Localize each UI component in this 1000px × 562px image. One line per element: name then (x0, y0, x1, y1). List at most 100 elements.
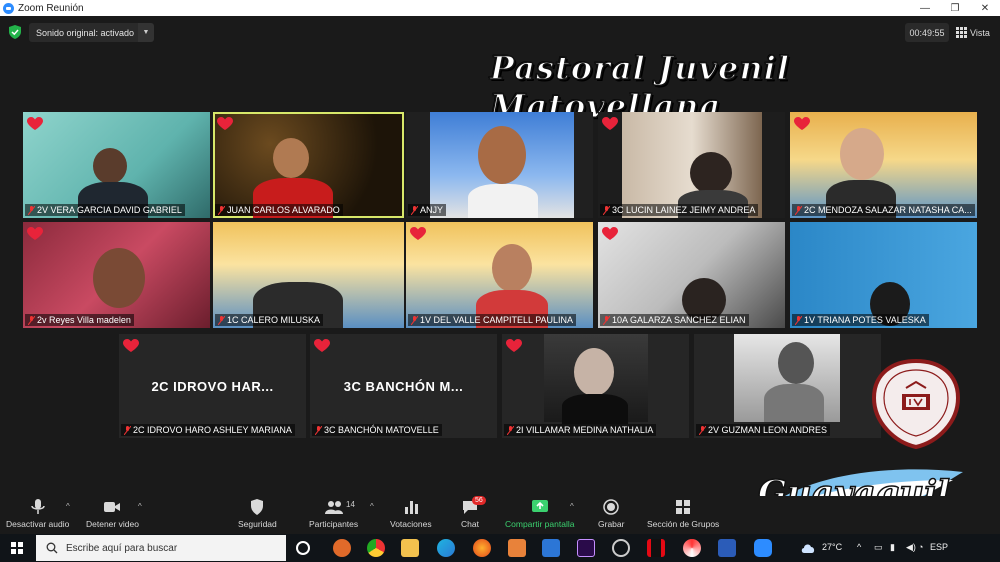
share-screen-button[interactable]: Compartir pantalla (505, 498, 574, 529)
participant-placeholder-name: 3C BANCHÓN M... (343, 378, 464, 394)
restore-button[interactable]: ❐ (940, 0, 970, 16)
meeting-area: Sonido original: activado ▼ 00:49:55 Vis… (0, 16, 1000, 528)
word-icon[interactable] (718, 539, 736, 557)
participant-tile[interactable]: 3C LUCIN LAINEZ JEIMY ANDREA (598, 112, 785, 218)
heart-reaction-icon (602, 117, 618, 130)
windows-taskbar: Escribe aquí para buscar 27°C ^ ▭ ▮ ◀) ◔… (0, 534, 1000, 562)
participant-tile-no-video[interactable]: 2C IDROVO HAR... 2C IDROVO HARO ASHLEY M… (119, 334, 306, 438)
app-icon-circle[interactable] (612, 539, 630, 557)
participant-tile[interactable]: 1V TRIANA POTES VALESKA (790, 222, 977, 328)
microphone-icon (30, 499, 45, 514)
tray-battery-icon[interactable]: ▮ (890, 542, 895, 553)
minimize-button[interactable]: — (910, 0, 940, 16)
app-icon-orange[interactable] (333, 539, 351, 557)
participant-name-text: ANJY (420, 205, 444, 215)
breakout-rooms-label: Sección de Grupos (647, 519, 720, 529)
photo-person-body (764, 384, 824, 422)
search-icon (46, 542, 58, 554)
tray-camera-icon[interactable]: ▭ (874, 542, 883, 553)
participant-name: 3C LUCIN LAINEZ JEIMY ANDREA (600, 204, 759, 216)
participant-name: 2v Reyes Villa madelen (25, 314, 134, 326)
share-options-caret[interactable]: ^ (570, 502, 574, 511)
participant-tile[interactable]: 2C MENDOZA SALAZAR NATASHA CA... (790, 112, 977, 218)
participants-count: 14 (346, 500, 355, 509)
heart-reaction-icon (123, 339, 139, 352)
video-person (93, 248, 145, 308)
heart-reaction-icon (314, 339, 330, 352)
app-icon-hat[interactable] (508, 539, 526, 557)
tray-volume-icon[interactable]: ◀) (906, 542, 916, 553)
premiere-icon[interactable] (577, 539, 595, 557)
share-screen-label: Compartir pantalla (505, 519, 575, 529)
participant-name: 2I VILLAMAR MEDINA NATHALIA (504, 424, 657, 436)
participant-name: 1C CALERO MILUSKA (215, 314, 324, 326)
file-explorer-icon[interactable] (401, 539, 419, 557)
participant-tile-no-video[interactable]: 3C BANCHÓN M... 3C BANCHÓN MATOVELLE (310, 334, 497, 438)
tray-overflow-caret[interactable]: ^ (857, 542, 861, 552)
participant-tile[interactable]: 2V GUZMAN LEON ANDRES (694, 334, 881, 438)
participant-tile[interactable]: ANJY (406, 112, 593, 218)
security-shield-icon (251, 499, 264, 515)
mic-muted-icon (218, 316, 225, 325)
participant-tile[interactable]: 2V VERA GARCIA DAVID GABRIEL (23, 112, 210, 218)
video-person (492, 244, 532, 292)
temperature: 27°C (822, 542, 843, 552)
original-sound-button[interactable]: Sonido original: activado (29, 23, 142, 42)
audio-options-caret[interactable]: ^ (66, 502, 70, 511)
participant-name: 1V DEL VALLE CAMPITELL PAULINA (408, 314, 577, 326)
participants-icon (324, 501, 343, 514)
heart-reaction-icon (794, 117, 810, 130)
close-button[interactable]: ✕ (970, 0, 1000, 16)
chat-unread-badge: 56 (472, 496, 486, 505)
polls-button[interactable]: Votaciones (390, 498, 432, 529)
mic-muted-icon (795, 316, 802, 325)
stop-video-button[interactable]: Detener video (86, 498, 139, 529)
security-button[interactable]: Seguridad (238, 498, 277, 529)
participant-name-text: 3C LUCIN LAINEZ JEIMY ANDREA (612, 205, 756, 215)
participants-label: Participantes (309, 519, 359, 529)
mic-muted-icon (28, 206, 35, 215)
tray-network-icon[interactable]: ◔ (918, 542, 923, 552)
netflix-icon[interactable] (647, 539, 665, 557)
photo-person (778, 342, 814, 384)
app-icon-swirl[interactable] (683, 539, 701, 557)
chrome-icon[interactable] (367, 539, 385, 557)
window-title: Zoom Reunión (18, 2, 84, 14)
meeting-toolbar: Desactivar audio ^ Detener video ^ Segur… (0, 496, 1000, 534)
mic-muted-icon (218, 206, 225, 215)
participants-options-caret[interactable]: ^ (370, 502, 374, 511)
encryption-shield-icon[interactable] (9, 25, 21, 39)
view-button[interactable]: Vista (956, 23, 990, 42)
record-button[interactable]: Grabar (598, 498, 624, 529)
mute-label: Desactivar audio (6, 519, 70, 529)
record-label: Grabar (598, 519, 625, 529)
original-sound-dropdown[interactable]: ▼ (138, 23, 154, 42)
photo-person (574, 348, 614, 396)
language-indicator[interactable]: ESP (930, 542, 948, 552)
participant-name-text: 2V GUZMAN LEON ANDRES (708, 425, 828, 435)
edge-icon[interactable] (437, 539, 455, 557)
video-person (273, 138, 309, 178)
participant-tile[interactable]: 2v Reyes Villa madelen (23, 222, 210, 328)
taskbar-search-box[interactable]: Escribe aquí para buscar (36, 535, 286, 561)
heart-reaction-icon (27, 227, 43, 240)
participant-name: ANJY (408, 204, 447, 216)
participant-tile[interactable]: 1V DEL VALLE CAMPITELL PAULINA (406, 222, 593, 328)
window-titlebar: Zoom Reunión — ❐ ✕ (0, 0, 1000, 16)
zoom-taskbar-icon[interactable] (754, 539, 772, 557)
participant-tile-active-speaker[interactable]: JUAN CARLOS ALVARADO (213, 112, 404, 218)
mute-button[interactable]: Desactivar audio (6, 498, 69, 529)
participant-tile[interactable]: 2I VILLAMAR MEDINA NATHALIA (502, 334, 689, 438)
task-view-icon[interactable] (296, 541, 310, 555)
firefox-icon[interactable] (473, 539, 491, 557)
mail-icon[interactable] (542, 539, 560, 557)
weather-cloud-icon (801, 544, 815, 553)
video-options-caret[interactable]: ^ (138, 502, 142, 511)
pastoral-banner: Pastoral Juvenil Matovellana (489, 48, 790, 126)
video-person (840, 128, 884, 180)
windows-start-icon[interactable] (11, 542, 23, 554)
participant-tile[interactable]: 10A GALARZA SANCHEZ ELIAN (598, 222, 785, 328)
mic-muted-icon (507, 426, 514, 435)
participant-tile[interactable]: 1C CALERO MILUSKA (213, 222, 404, 328)
breakout-rooms-button[interactable]: Sección de Grupos (647, 498, 719, 529)
